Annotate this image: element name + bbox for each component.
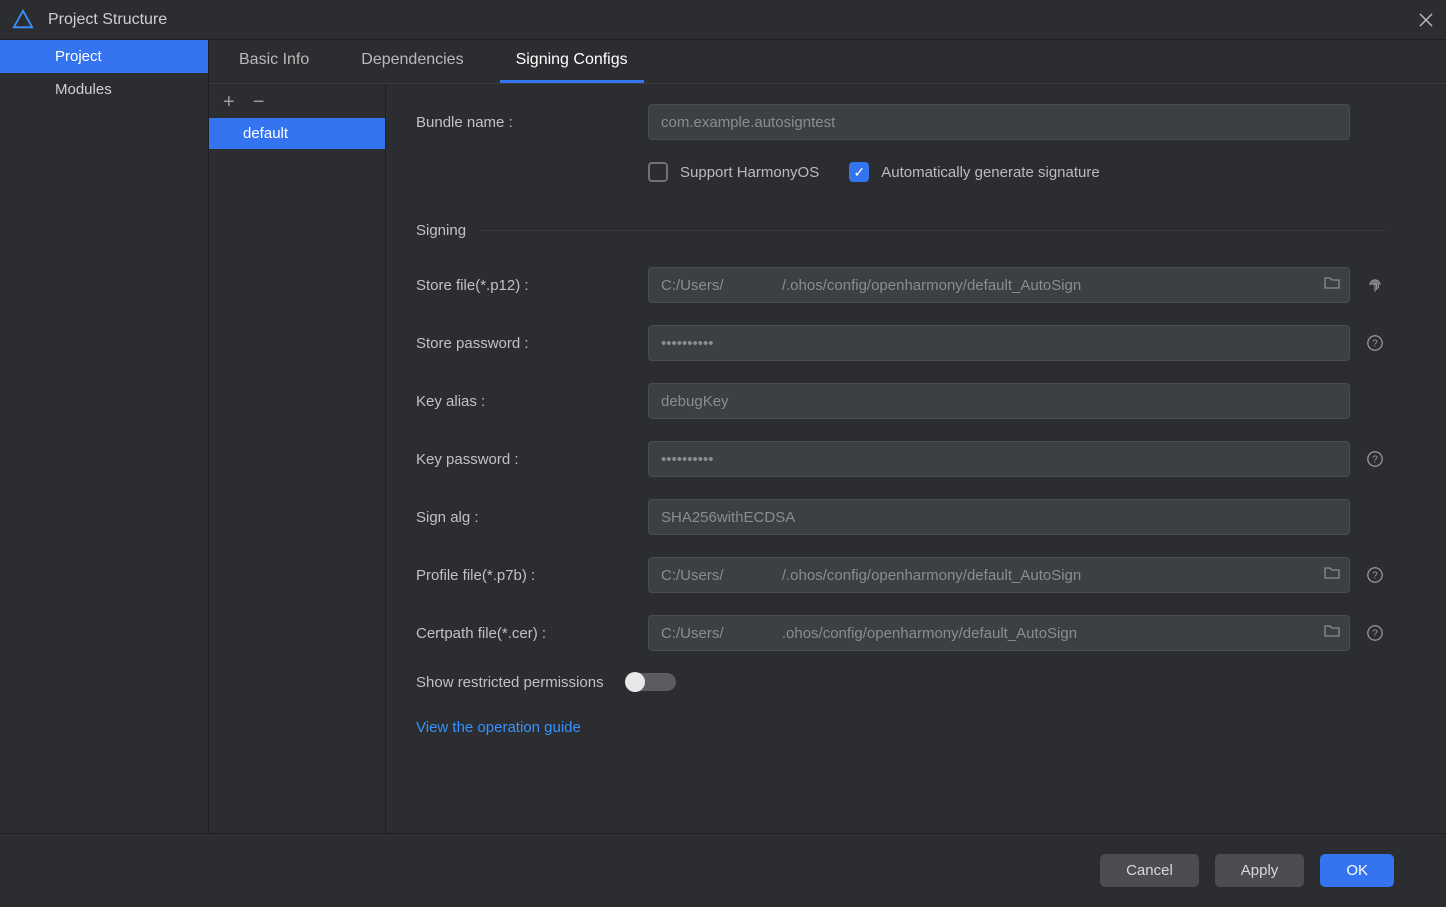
- help-icon[interactable]: ?: [1364, 566, 1386, 584]
- key-password-input[interactable]: [648, 441, 1350, 477]
- help-icon[interactable]: ?: [1364, 334, 1386, 352]
- svg-text:?: ?: [1372, 571, 1378, 582]
- sidebar-item-label: Modules: [55, 81, 112, 98]
- window-title: Project Structure: [48, 11, 1416, 29]
- close-icon[interactable]: [1416, 10, 1436, 30]
- cancel-button[interactable]: Cancel: [1100, 854, 1199, 887]
- tab-signing-configs[interactable]: Signing Configs: [500, 41, 644, 83]
- certpath-file-label: Certpath file(*.cer) :: [416, 625, 648, 642]
- profile-file-label: Profile file(*.p7b) :: [416, 567, 648, 584]
- store-file-input[interactable]: [648, 267, 1350, 303]
- config-item-label: default: [243, 125, 288, 142]
- form-area: Bundle name : Support HarmonyOS: [386, 84, 1446, 833]
- checkbox-label: Support HarmonyOS: [680, 164, 819, 181]
- svg-text:?: ?: [1372, 629, 1378, 640]
- store-file-label: Store file(*.p12) :: [416, 277, 648, 294]
- checkbox-label: Automatically generate signature: [881, 164, 1099, 181]
- tabs: Basic Info Dependencies Signing Configs: [209, 40, 1446, 84]
- checkbox-box: ✓: [849, 162, 869, 182]
- operation-guide-link[interactable]: View the operation guide: [416, 719, 1386, 736]
- tab-basic-info[interactable]: Basic Info: [223, 41, 325, 83]
- profile-file-input[interactable]: [648, 557, 1350, 593]
- store-password-label: Store password :: [416, 335, 648, 352]
- folder-icon[interactable]: [1324, 623, 1340, 643]
- checkbox-box: [648, 162, 668, 182]
- svg-text:?: ?: [1372, 455, 1378, 466]
- tab-label: Basic Info: [239, 51, 309, 68]
- bundle-name-input[interactable]: [648, 104, 1350, 140]
- key-alias-input[interactable]: [648, 383, 1350, 419]
- tab-label: Dependencies: [361, 51, 463, 68]
- bundle-name-label: Bundle name :: [416, 114, 648, 131]
- sidebar-item-modules[interactable]: Modules: [0, 73, 208, 106]
- sign-alg-label: Sign alg :: [416, 509, 648, 526]
- svg-text:?: ?: [1372, 339, 1378, 350]
- tab-dependencies[interactable]: Dependencies: [345, 41, 479, 83]
- store-password-input[interactable]: [648, 325, 1350, 361]
- show-restricted-toggle[interactable]: [626, 673, 676, 691]
- remove-config-icon[interactable]: −: [253, 92, 265, 112]
- config-list: + − default: [209, 84, 386, 833]
- apply-button[interactable]: Apply: [1215, 854, 1305, 887]
- toggle-thumb: [625, 672, 645, 692]
- key-password-label: Key password :: [416, 451, 648, 468]
- folder-icon[interactable]: [1324, 275, 1340, 295]
- app-icon: [12, 9, 34, 31]
- auto-generate-signature-checkbox[interactable]: ✓ Automatically generate signature: [849, 162, 1099, 182]
- tab-label: Signing Configs: [516, 51, 628, 68]
- sidebar-item-label: Project: [55, 48, 102, 65]
- add-config-icon[interactable]: +: [223, 92, 235, 112]
- folder-icon[interactable]: [1324, 565, 1340, 585]
- check-icon: ✓: [853, 164, 865, 181]
- certpath-file-input[interactable]: [648, 615, 1350, 651]
- signing-section-header: Signing: [416, 222, 1386, 239]
- titlebar: Project Structure: [0, 0, 1446, 40]
- sign-alg-input[interactable]: [648, 499, 1350, 535]
- help-icon[interactable]: ?: [1364, 450, 1386, 468]
- show-restricted-label: Show restricted permissions: [416, 674, 604, 691]
- config-toolbar: + −: [209, 84, 385, 118]
- fingerprint-icon[interactable]: [1364, 275, 1386, 295]
- config-item-default[interactable]: default: [209, 118, 385, 149]
- support-harmonyos-checkbox[interactable]: Support HarmonyOS: [648, 162, 819, 182]
- sidebar: Project Modules: [0, 40, 209, 833]
- sidebar-item-project[interactable]: Project: [0, 40, 208, 73]
- help-icon[interactable]: ?: [1364, 624, 1386, 642]
- key-alias-label: Key alias :: [416, 393, 648, 410]
- footer: Cancel Apply OK: [0, 833, 1446, 907]
- ok-button[interactable]: OK: [1320, 854, 1394, 887]
